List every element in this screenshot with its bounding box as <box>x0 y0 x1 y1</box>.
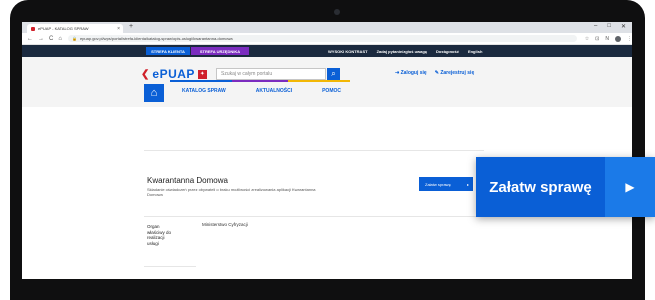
epuap-logo[interactable]: ❮ ePUAP ✦ <box>141 67 207 81</box>
close-icon[interactable]: × <box>117 26 120 32</box>
lock-icon: 🔒 <box>71 36 77 41</box>
plus-icon[interactable]: + <box>129 23 133 30</box>
extension-icon[interactable]: ⊡ <box>595 36 599 42</box>
search-icon[interactable]: ⌕ <box>327 68 340 80</box>
tab-title: ePUAP - KATALOG SPRAW <box>38 26 89 31</box>
site-topnav: STREFA KLIENTA STREFA URZĘDNIKA WYSOKI K… <box>22 45 632 57</box>
cta-label: Załatw sprawę <box>489 178 592 196</box>
client-zone-button[interactable]: STREFA KLIENTA <box>146 47 190 55</box>
toolbar-icons: ☆ ⊡ N ⋮ <box>585 35 632 42</box>
high-contrast-link[interactable]: WYSOKI KONTRAST <box>328 49 368 54</box>
home-icon[interactable]: ⌂ <box>58 36 62 42</box>
service-description: Składanie oświadczeń przez obywateli o b… <box>147 187 316 197</box>
search-input[interactable]: Szukaj w całym portalu <box>216 68 326 80</box>
org-label: Organ właściwy do realizacji usługi <box>147 224 172 246</box>
menu-icon[interactable]: ⋮ <box>627 36 632 42</box>
english-link[interactable]: English <box>468 49 482 54</box>
color-stripe-yellow <box>288 80 350 82</box>
camera-dot <box>334 9 340 15</box>
logo-mark-icon: ❮ <box>141 68 150 80</box>
logo-text: ePUAP <box>152 67 195 81</box>
handle-case-label: Załatw sprawę <box>425 181 451 187</box>
feedback-link[interactable]: Zadaj pytanie/zgłoś uwagę <box>377 49 427 54</box>
divider <box>144 216 484 217</box>
topnav-links: WYSOKI KONTRAST Zadaj pytanie/zgłoś uwag… <box>328 45 482 57</box>
nav-help[interactable]: POMOC <box>322 88 341 94</box>
url-text: epuap.gov.pl/wps/portal/strefa-klienta/k… <box>79 36 233 41</box>
color-stripe-purple <box>232 80 288 82</box>
minimize-button[interactable]: – <box>594 23 597 30</box>
handle-case-cta-button[interactable]: Załatw sprawę ▶ <box>476 157 655 217</box>
nav-buttons: ← → C ⌂ <box>22 36 62 42</box>
color-stripe-blue <box>170 80 232 82</box>
nav-news[interactable]: AKTUALNOŚCI <box>256 88 292 94</box>
search-placeholder: Szukaj w całym portalu <box>221 71 273 77</box>
bookmark-star-icon[interactable]: ☆ <box>585 36 589 42</box>
play-icon: ▸ <box>466 181 469 187</box>
close-window-button[interactable]: ✕ <box>621 23 626 30</box>
browser-tab[interactable]: ePUAP - KATALOG SPRAW × <box>27 24 123 33</box>
divider <box>144 266 196 267</box>
register-link[interactable]: ✎ Zarejestruj się <box>435 70 475 76</box>
org-value: Ministerstwo Cyfryzacji <box>202 222 248 227</box>
address-bar[interactable]: 🔒 epuap.gov.pl/wps/portal/strefa-klienta… <box>67 35 577 42</box>
laptop-screen: ePUAP - KATALOG SPRAW × + – □ ✕ ← → C ⌂ … <box>22 22 632 279</box>
profile-avatar-icon[interactable] <box>615 35 621 42</box>
handle-case-button[interactable]: Załatw sprawę ▸ <box>419 177 473 191</box>
reload-icon[interactable]: C <box>49 36 53 42</box>
maximize-button[interactable]: □ <box>607 23 611 30</box>
window-controls: – □ ✕ <box>594 23 626 30</box>
emblem-icon: ✦ <box>197 69 207 79</box>
play-icon: ▶ <box>605 157 655 217</box>
accessibility-link[interactable]: Dostępność <box>436 49 459 54</box>
browser-toolbar: ← → C ⌂ 🔒 epuap.gov.pl/wps/portal/strefa… <box>22 33 632 45</box>
home-button[interactable]: ⌂ <box>144 84 164 102</box>
divider <box>144 150 484 151</box>
main-nav: KATALOG SPRAW AKTUALNOŚCI POMOC <box>182 88 341 94</box>
service-title: Kwarantanna Domowa <box>147 176 228 185</box>
auth-links: ⇥ Zaloguj się ✎ Zarejestruj się <box>395 70 474 76</box>
favicon-icon <box>31 26 35 31</box>
login-link[interactable]: ⇥ Zaloguj się <box>395 70 427 76</box>
nav-catalog[interactable]: KATALOG SPRAW <box>182 88 226 94</box>
office-zone-button[interactable]: STREFA URZĘDNIKA <box>191 47 249 55</box>
site-header: ❮ ePUAP ✦ Szukaj w całym portalu ⌕ ⇥ Zal… <box>22 57 632 107</box>
forward-icon[interactable]: → <box>38 36 44 42</box>
back-icon[interactable]: ← <box>27 36 33 42</box>
extension-n-icon[interactable]: N <box>605 36 609 42</box>
browser-tabstrip: ePUAP - KATALOG SPRAW × + – □ ✕ <box>22 22 632 33</box>
